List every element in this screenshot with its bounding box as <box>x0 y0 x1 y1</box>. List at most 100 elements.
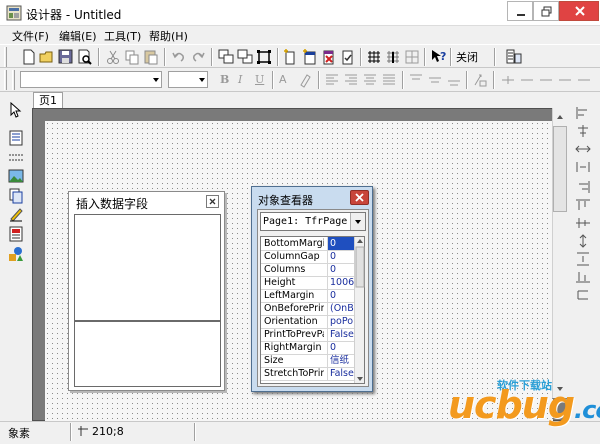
help-button[interactable]: ? <box>429 48 447 66</box>
delete-page-button[interactable] <box>320 48 338 66</box>
align-right-button[interactable] <box>342 71 360 89</box>
property-row[interactable]: Height 1006 <box>261 276 355 290</box>
subreport-tool[interactable] <box>8 188 24 204</box>
property-row[interactable]: Size 信纸 <box>261 354 355 368</box>
save-button[interactable] <box>57 48 75 66</box>
valign-top-button[interactable] <box>407 71 425 89</box>
copy-button[interactable] <box>123 48 141 66</box>
property-value[interactable]: (OnBe <box>327 302 354 315</box>
show-grid-button[interactable] <box>365 48 383 66</box>
redo-button[interactable] <box>189 48 207 66</box>
select-all-button[interactable] <box>255 48 273 66</box>
new-file-button[interactable] <box>20 48 38 66</box>
scroll-up-button[interactable] <box>553 110 567 124</box>
maximize-button[interactable] <box>533 1 559 21</box>
align-center-button[interactable] <box>361 71 379 89</box>
field-list[interactable] <box>74 321 221 387</box>
text-object-tool[interactable] <box>8 130 24 146</box>
align-to-grid-button[interactable] <box>384 48 402 66</box>
font-color-button[interactable]: A <box>279 73 287 86</box>
align-horizontal-centers-button[interactable] <box>575 124 591 138</box>
page-settings-button[interactable] <box>339 48 357 66</box>
property-row[interactable]: PrintToPrevPa False <box>261 328 355 342</box>
menu-edit[interactable]: 编辑(E) <box>59 28 97 44</box>
frame-top-button[interactable] <box>499 71 517 89</box>
property-row[interactable]: ColumnGap 0 <box>261 250 355 264</box>
menu-file[interactable]: 文件(F) <box>12 28 49 44</box>
object-inspector-close-button[interactable] <box>350 190 369 205</box>
add-form-button[interactable] <box>301 48 319 66</box>
justify-button[interactable] <box>380 71 398 89</box>
bold-button[interactable]: B <box>220 73 229 86</box>
align-vertical-centers-button[interactable] <box>575 216 591 230</box>
paste-button[interactable] <box>142 48 160 66</box>
add-page-button[interactable] <box>282 48 300 66</box>
frame-right-button[interactable] <box>556 71 574 89</box>
cut-button[interactable] <box>104 48 122 66</box>
property-row[interactable]: RightMargin 0 <box>261 341 355 355</box>
fit-to-grid-button[interactable] <box>403 48 421 66</box>
font-size-combo[interactable] <box>168 71 208 88</box>
property-row[interactable]: BottomMargin0 <box>261 237 355 251</box>
tab-page1[interactable]: 页1 <box>33 92 63 109</box>
minimize-button[interactable] <box>507 1 533 21</box>
send-to-back-button[interactable] <box>236 48 254 66</box>
dataset-list[interactable] <box>74 214 221 321</box>
align-left-edges-button[interactable] <box>575 106 591 120</box>
shape-tool[interactable] <box>8 246 24 262</box>
property-value[interactable]: 0 <box>327 237 354 250</box>
align-right-edges-button[interactable] <box>575 180 591 194</box>
same-size-button[interactable] <box>575 288 591 302</box>
property-row[interactable]: OnBeforePrint(OnBe <box>261 302 355 316</box>
toolbar-grip[interactable] <box>12 70 15 90</box>
bring-to-front-button[interactable] <box>217 48 235 66</box>
space-horizontally-button[interactable] <box>575 160 591 174</box>
object-selector-dropdown[interactable] <box>350 213 365 230</box>
valign-bottom-button[interactable] <box>445 71 463 89</box>
object-inspector-toggle[interactable] <box>505 48 523 66</box>
picture-tool[interactable] <box>8 168 24 184</box>
close-button[interactable] <box>559 1 599 21</box>
valign-center-button[interactable] <box>426 71 444 89</box>
frame-left-button[interactable] <box>537 71 555 89</box>
property-row[interactable]: Orientation poPo <box>261 315 355 329</box>
property-value[interactable]: 0 <box>327 341 354 354</box>
property-row[interactable]: LeftMargin 0 <box>261 289 355 303</box>
frame-bottom-button[interactable] <box>518 71 536 89</box>
property-value[interactable]: 信纸 <box>327 354 354 367</box>
property-row[interactable]: Columns 0 <box>261 263 355 277</box>
close-designer-button[interactable]: 关闭 <box>456 49 478 65</box>
open-button[interactable] <box>38 48 56 66</box>
select-tool[interactable] <box>8 101 24 118</box>
center-in-window-button[interactable] <box>575 142 591 156</box>
property-value[interactable]: poPo <box>327 315 354 328</box>
underline-button[interactable]: U <box>255 73 264 86</box>
property-value[interactable]: 1006 <box>327 276 354 289</box>
toolbar-grip[interactable] <box>4 70 7 90</box>
highlight-button[interactable] <box>296 71 314 89</box>
property-value[interactable]: 0 <box>327 263 354 276</box>
frame-all-button[interactable] <box>575 71 593 89</box>
align-bottom-edges-button[interactable] <box>575 270 591 284</box>
property-value[interactable]: 0 <box>327 250 354 263</box>
rotate-text-button[interactable] <box>471 71 489 89</box>
menu-help[interactable]: 帮助(H) <box>149 28 188 44</box>
menu-tools[interactable]: 工具(T) <box>104 28 141 44</box>
font-name-combo[interactable] <box>20 71 162 88</box>
property-value[interactable]: False <box>327 367 354 380</box>
scrollbar-thumb[interactable] <box>553 126 567 212</box>
barcode-tool[interactable] <box>8 226 24 242</box>
toolbar-grip[interactable] <box>4 47 7 67</box>
align-top-edges-button[interactable] <box>575 198 591 212</box>
align-left-button[interactable] <box>323 71 341 89</box>
property-value[interactable]: 0 <box>327 289 354 302</box>
space-vertically-button[interactable] <box>575 252 591 266</box>
property-value[interactable]: False <box>327 328 354 341</box>
center-vertically-button[interactable] <box>575 234 591 248</box>
print-preview-button[interactable] <box>76 48 94 66</box>
italic-button[interactable]: I <box>238 73 242 86</box>
insert-field-close-button[interactable] <box>206 195 219 208</box>
property-row[interactable]: StretchToPrint False <box>261 367 355 381</box>
undo-button[interactable] <box>170 48 188 66</box>
property-grid-scrollbar[interactable] <box>354 237 365 383</box>
